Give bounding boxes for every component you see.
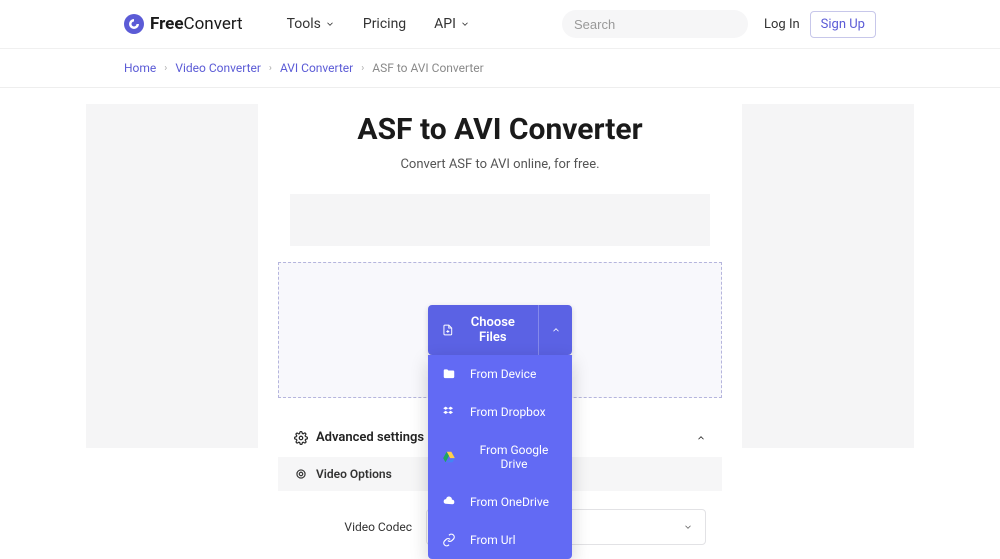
search-box[interactable] [562, 10, 748, 38]
file-add-icon [442, 323, 454, 337]
dropdown-item-label: From Google Drive [470, 443, 558, 471]
login-link[interactable]: Log In [764, 17, 800, 32]
search-wrap: Log In Sign Up [562, 10, 876, 38]
breadcrumb-home[interactable]: Home [124, 61, 156, 75]
signup-button[interactable]: Sign Up [810, 11, 876, 38]
nav-tools[interactable]: Tools [287, 16, 335, 32]
nav-api[interactable]: API [434, 16, 470, 32]
header: FreeConvert Tools Pricing API Log In Sig… [0, 0, 1000, 49]
main: ASF to AVI Converter Convert ASF to AVI … [0, 88, 1000, 545]
choose-dropdown: From Device From Dropbox From Google Dri… [428, 355, 572, 559]
chevron-down-icon [460, 19, 470, 29]
logo-text-light: Convert [184, 14, 243, 34]
content: ASF to AVI Converter Convert ASF to AVI … [278, 104, 722, 545]
auth: Log In Sign Up [764, 11, 876, 38]
breadcrumb-sep: › [269, 63, 272, 74]
chevron-down-icon [683, 522, 693, 532]
breadcrumb-sep: › [164, 63, 167, 74]
nav-api-label: API [434, 16, 456, 32]
choose-files-wrap: Choose Files From Device From Dropbox [428, 305, 572, 559]
logo-text-bold: Free [150, 14, 184, 34]
breadcrumb-current: ASF to AVI Converter [372, 61, 484, 75]
dropdown-item-label: From OneDrive [470, 495, 549, 509]
sidebar-ad-right [742, 104, 914, 448]
top-ad [290, 194, 710, 246]
nav-pricing[interactable]: Pricing [363, 16, 406, 32]
folder-icon [442, 367, 456, 381]
dropdown-from-url[interactable]: From Url [428, 521, 572, 559]
breadcrumb-video-converter[interactable]: Video Converter [175, 61, 261, 75]
sidebar-ad-left [86, 104, 258, 448]
codec-label: Video Codec [294, 520, 412, 534]
page-subtitle: Convert ASF to AVI online, for free. [278, 157, 722, 172]
nav: Tools Pricing API [287, 16, 470, 32]
dropdown-from-google-drive[interactable]: From Google Drive [428, 431, 572, 483]
nav-pricing-label: Pricing [363, 16, 406, 32]
choose-files-toggle[interactable] [538, 305, 572, 355]
breadcrumb: Home › Video Converter › AVI Converter ›… [0, 49, 1000, 88]
google-drive-icon [442, 450, 456, 464]
breadcrumb-sep: › [361, 63, 364, 74]
dropzone[interactable]: Choose Files From Device From Dropbox [278, 262, 722, 398]
chevron-down-icon [325, 19, 335, 29]
dropdown-item-label: From Device [470, 367, 536, 381]
dropdown-from-dropbox[interactable]: From Dropbox [428, 393, 572, 431]
choose-files-label: Choose Files [462, 315, 524, 345]
link-icon [442, 533, 456, 547]
choose-files-row: Choose Files [428, 305, 572, 355]
video-options-label: Video Options [316, 467, 392, 481]
gear-icon [294, 467, 308, 481]
chevron-up-icon [551, 325, 561, 335]
logo[interactable]: FreeConvert [124, 14, 243, 34]
dropdown-from-onedrive[interactable]: From OneDrive [428, 483, 572, 521]
logo-icon [124, 14, 144, 34]
gear-icon [294, 431, 308, 445]
breadcrumb-avi-converter[interactable]: AVI Converter [280, 61, 353, 75]
dropbox-icon [442, 405, 456, 419]
page-title: ASF to AVI Converter [278, 112, 722, 147]
search-input[interactable] [574, 17, 750, 32]
onedrive-icon [442, 495, 456, 509]
dropdown-from-device[interactable]: From Device [428, 355, 572, 393]
choose-files-button[interactable]: Choose Files [428, 305, 538, 355]
chevron-up-icon [696, 433, 706, 443]
dropdown-item-label: From Dropbox [470, 405, 546, 419]
nav-tools-label: Tools [287, 16, 321, 32]
dropdown-item-label: From Url [470, 533, 516, 547]
